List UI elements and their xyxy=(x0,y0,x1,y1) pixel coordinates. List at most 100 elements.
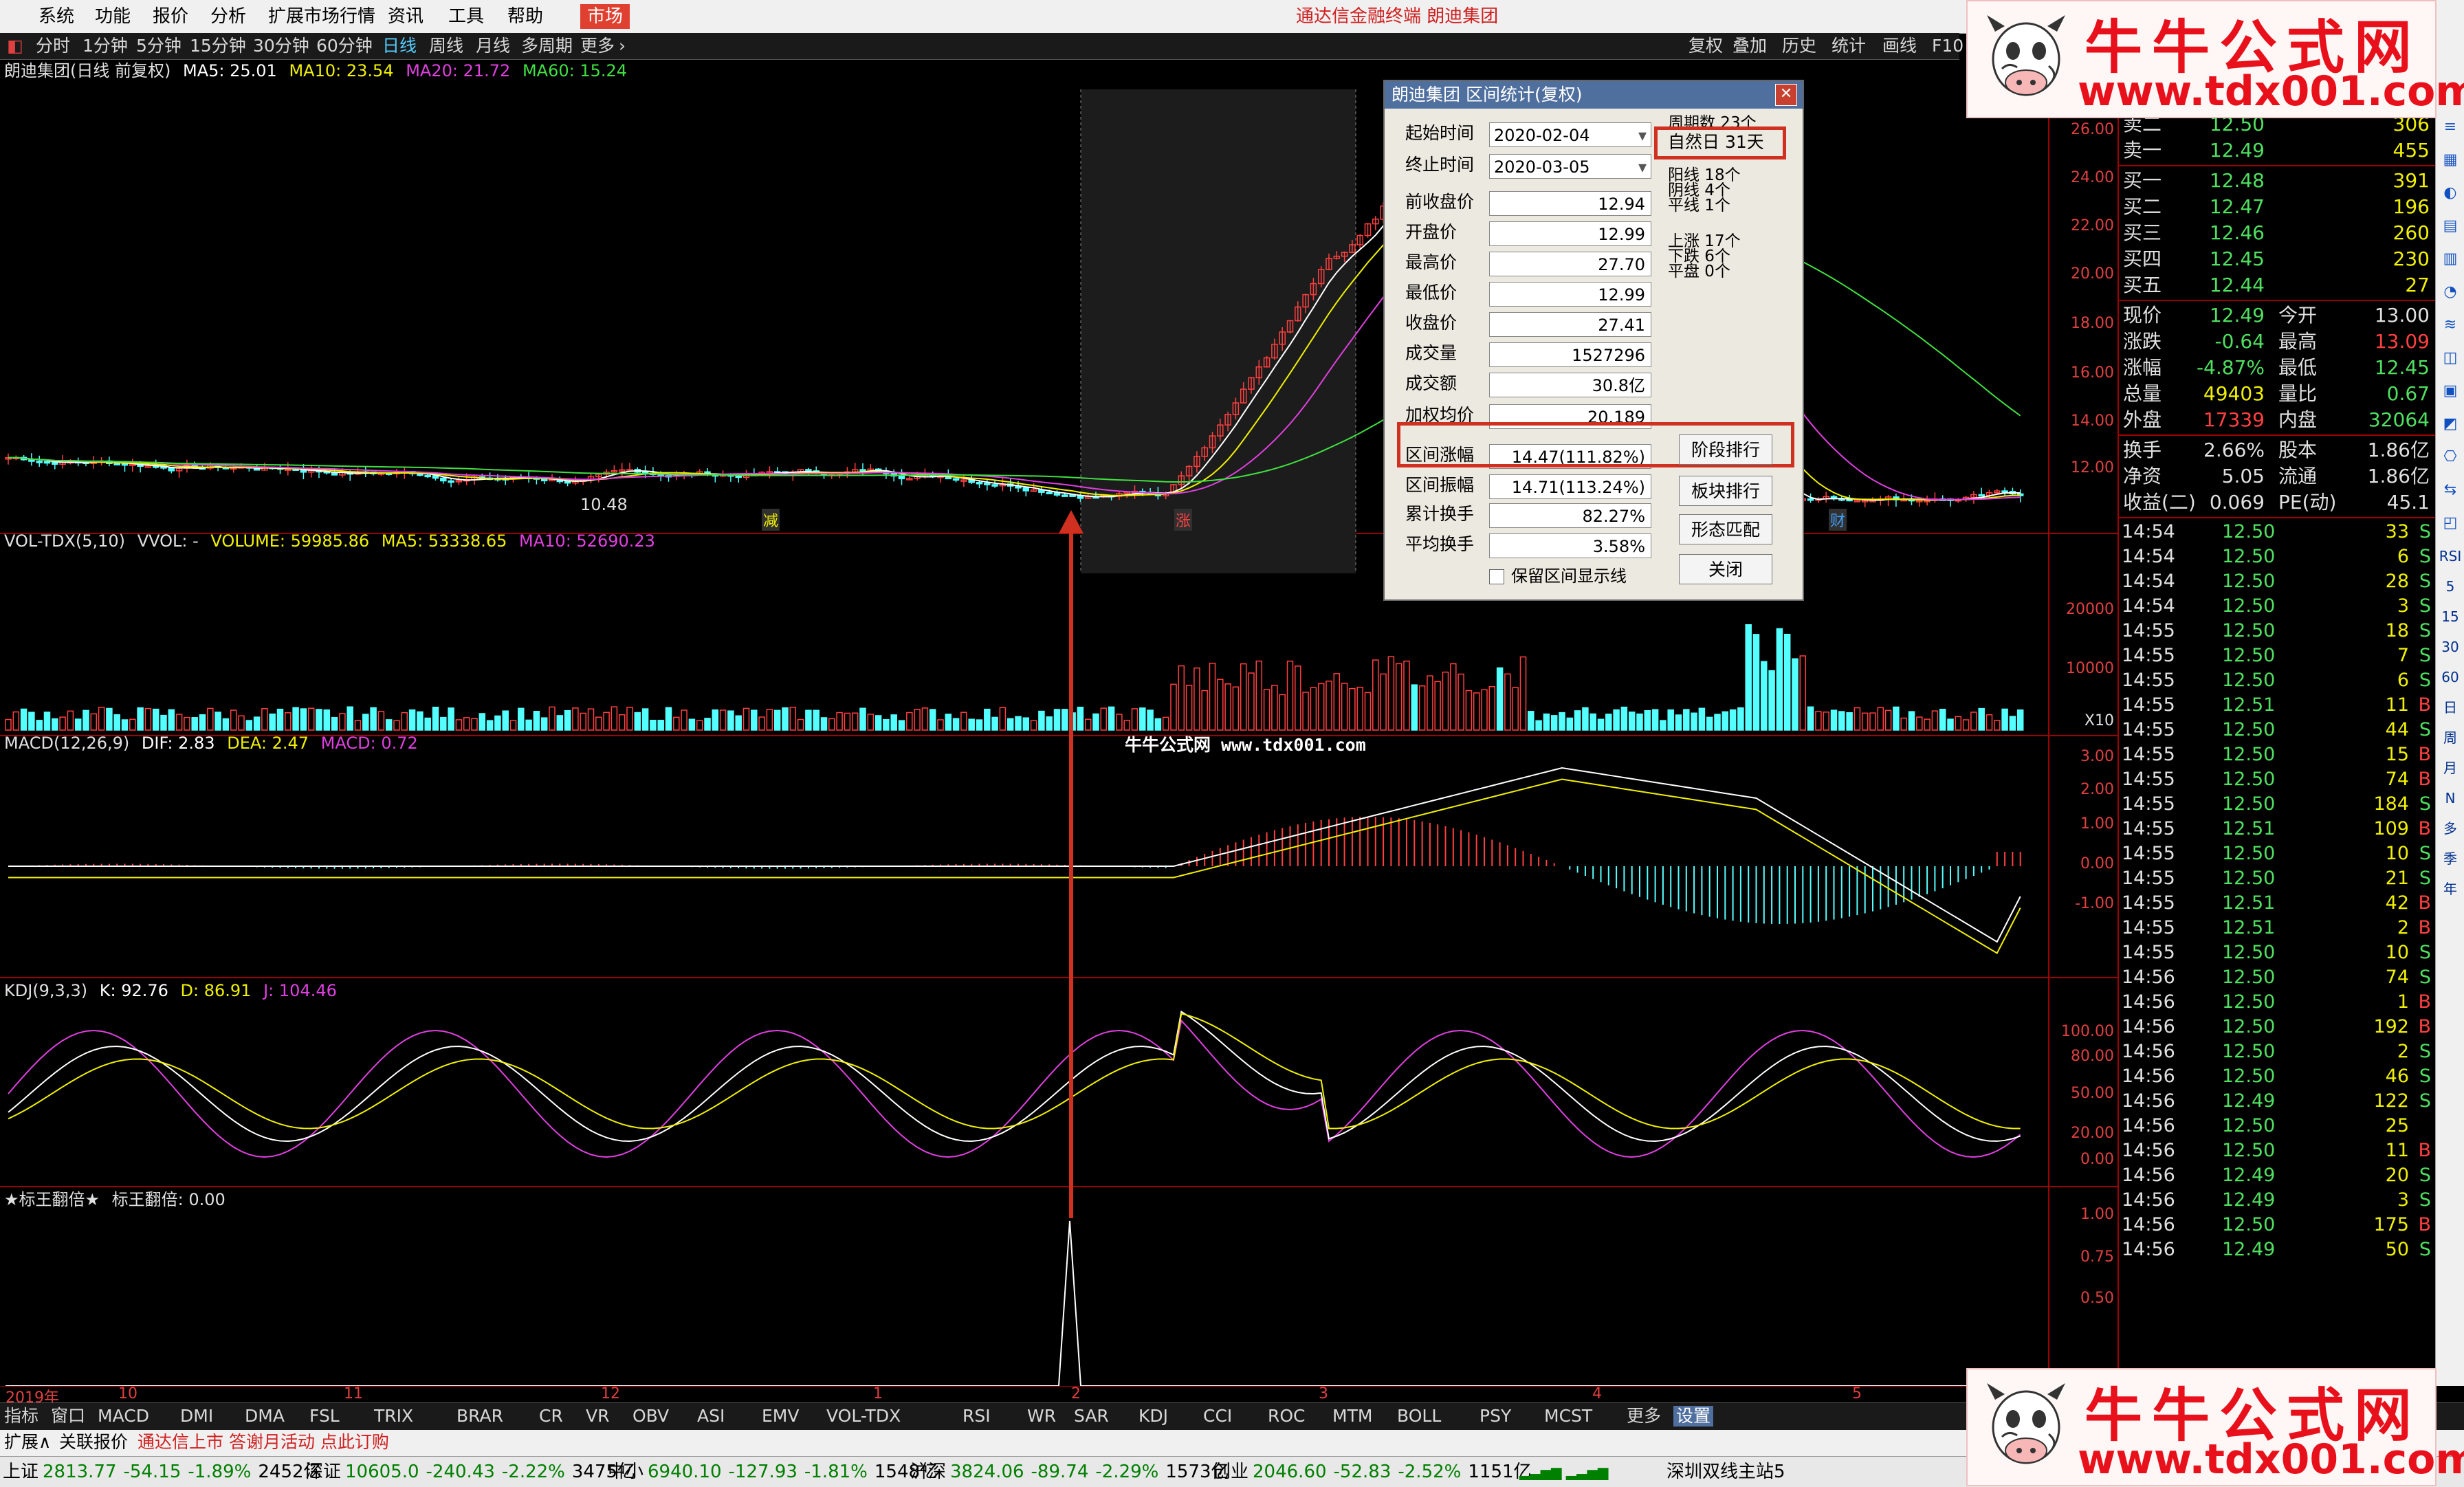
orderbook-row[interactable]: 买五 12.44 27 xyxy=(2119,272,2436,298)
related-quote-button[interactable]: 关联报价 xyxy=(59,1431,128,1453)
overlay-button[interactable]: 叠加 xyxy=(1732,36,1767,56)
side-period-button[interactable]: 15 xyxy=(2439,605,2462,628)
indicator-tab[interactable]: DMI xyxy=(180,1406,213,1427)
indicator-tab[interactable]: VOL-TDX xyxy=(826,1406,901,1427)
indicator-tab[interactable]: FSL xyxy=(309,1406,340,1427)
close-icon[interactable]: ✕ xyxy=(1775,84,1797,106)
side-period-button[interactable]: N xyxy=(2439,786,2462,810)
indicator-tab[interactable]: OBV xyxy=(632,1406,669,1427)
field-value[interactable]: 3.58% xyxy=(1489,533,1651,558)
menu-tools[interactable]: 工具 xyxy=(448,4,484,29)
tool-icon[interactable]: ◫ xyxy=(2439,346,2462,370)
orderbook-row[interactable]: 买四 12.45 230 xyxy=(2119,246,2436,272)
marker-rise[interactable]: 涨 xyxy=(1174,509,1193,531)
side-period-button[interactable]: 年 xyxy=(2439,877,2462,901)
field-value[interactable]: 27.70 xyxy=(1489,252,1651,276)
draw-button[interactable]: 画线 xyxy=(1882,36,1917,56)
side-period-button[interactable]: 多 xyxy=(2439,817,2462,840)
marker-finance[interactable]: 财 xyxy=(1829,509,1847,531)
period-1min[interactable]: 1分钟 xyxy=(82,36,128,56)
side-period-button[interactable]: 月 xyxy=(2439,756,2462,780)
side-period-button[interactable]: RSI xyxy=(2439,544,2462,568)
index-quote[interactable]: 深证 10605.0 -240.43 -2.22% 3475亿 xyxy=(305,1461,635,1483)
orderbook-row[interactable]: 买二 12.47 196 xyxy=(2119,194,2436,220)
menu-help[interactable]: 帮助 xyxy=(507,4,543,29)
indicator-tab[interactable]: 更多 xyxy=(1627,1406,1661,1427)
stage-rank-button[interactable]: 阶段排行 xyxy=(1679,434,1772,465)
indicator-tab[interactable]: 窗口 xyxy=(51,1406,85,1427)
menu-market[interactable]: 市场 xyxy=(580,4,630,29)
index-quote[interactable]: 沪深 3824.06 -89.74 -2.29% 1573亿 xyxy=(910,1461,1229,1483)
period-more[interactable]: 更多 xyxy=(580,36,615,56)
field-value[interactable]: 14.71(113.24%) xyxy=(1489,474,1651,499)
expand-button[interactable]: 扩展∧ xyxy=(4,1431,51,1453)
close-button[interactable]: 关闭 xyxy=(1679,554,1772,584)
field-value[interactable]: 82.27% xyxy=(1489,503,1651,528)
adjust-button[interactable]: 复权 xyxy=(1688,36,1723,56)
period-intraday[interactable]: 分时 xyxy=(36,36,70,56)
orderbook-row[interactable]: 买三 12.46 260 xyxy=(2119,220,2436,246)
period-multi[interactable]: 多周期 xyxy=(521,36,573,56)
tool-icon[interactable]: ▦ xyxy=(2439,148,2462,172)
indicator-tab[interactable]: EMV xyxy=(762,1406,799,1427)
period-5min[interactable]: 5分钟 xyxy=(136,36,182,56)
index-quote[interactable]: 中小 6940.10 -127.93 -1.81% 1548亿 xyxy=(608,1461,938,1483)
back-icon[interactable]: ◧ xyxy=(7,36,23,56)
orderbook-row[interactable]: 卖一 12.49 455 xyxy=(2119,137,2436,164)
tool-icon[interactable]: ≋ xyxy=(2439,313,2462,337)
tool-icon[interactable]: ◩ xyxy=(2439,412,2462,436)
indicator-tab[interactable]: ROC xyxy=(1268,1406,1306,1427)
indicator-tab[interactable]: ASI xyxy=(697,1406,725,1427)
menu-quote[interactable]: 报价 xyxy=(153,4,188,29)
indicator-tab[interactable]: RSI xyxy=(962,1406,991,1427)
period-monthly[interactable]: 月线 xyxy=(476,36,510,56)
field-value[interactable]: 12.99 xyxy=(1489,282,1651,307)
indicator-tab[interactable]: 指标 xyxy=(4,1406,38,1427)
pattern-match-button[interactable]: 形态匹配 xyxy=(1679,514,1772,544)
indicator-tab[interactable]: VR xyxy=(586,1406,609,1427)
indicator-tab[interactable]: CR xyxy=(539,1406,563,1427)
period-30min[interactable]: 30分钟 xyxy=(253,36,309,56)
side-period-button[interactable]: 30 xyxy=(2439,635,2462,659)
side-period-button[interactable]: 季 xyxy=(2439,847,2462,870)
dialog-title-bar[interactable]: 朗迪集团 区间统计(复权) ✕ xyxy=(1385,81,1803,109)
period-15min[interactable]: 15分钟 xyxy=(190,36,246,56)
menu-analysis[interactable]: 分析 xyxy=(210,4,246,29)
server-status[interactable]: 深圳双线主站5 xyxy=(1666,1461,1785,1483)
indicator-tab[interactable]: SAR xyxy=(1074,1406,1109,1427)
sector-rank-button[interactable]: 板块排行 xyxy=(1679,476,1772,506)
indicator-tab[interactable]: WR xyxy=(1027,1406,1056,1427)
side-period-button[interactable]: 5 xyxy=(2439,575,2462,598)
indicator-tab[interactable]: MTM xyxy=(1332,1406,1372,1427)
period-weekly[interactable]: 周线 xyxy=(429,36,463,56)
f10-button[interactable]: F10 xyxy=(1932,36,1964,56)
marker-reduce[interactable]: 减 xyxy=(762,509,780,531)
menu-function[interactable]: 功能 xyxy=(95,4,131,29)
indicator-tab[interactable]: BOLL xyxy=(1397,1406,1441,1427)
tool-icon[interactable]: ▥ xyxy=(2439,247,2462,271)
menu-system[interactable]: 系统 xyxy=(38,4,74,29)
field-value[interactable]: 1527296 xyxy=(1489,342,1651,367)
menu-extended-market[interactable]: 扩展市场行情 xyxy=(268,4,375,29)
indicator-tab[interactable]: TRIX xyxy=(374,1406,413,1427)
tool-icon[interactable]: ⎔ xyxy=(2439,445,2462,469)
side-period-button[interactable]: 日 xyxy=(2439,696,2462,719)
tool-icon[interactable]: ▣ xyxy=(2439,379,2462,403)
field-value[interactable]: 30.8亿 xyxy=(1489,373,1651,397)
orderbook-row[interactable]: 买一 12.48 391 xyxy=(2119,168,2436,194)
indicator-tab[interactable]: CCI xyxy=(1203,1406,1232,1427)
period-daily[interactable]: 日线 xyxy=(382,36,417,56)
field-value[interactable]: 12.99 xyxy=(1489,221,1651,246)
tool-icon[interactable]: ≡ xyxy=(2439,115,2462,139)
side-period-button[interactable]: 周 xyxy=(2439,726,2462,749)
side-period-button[interactable]: 60 xyxy=(2439,665,2462,689)
tool-icon[interactable]: ◔ xyxy=(2439,280,2462,304)
field-value[interactable]: 12.94 xyxy=(1489,191,1651,216)
end-time-picker[interactable]: 2020-03-05 ▾ xyxy=(1489,154,1651,179)
indicator-tab[interactable]: PSY xyxy=(1480,1406,1511,1427)
tool-icon[interactable]: ◐ xyxy=(2439,181,2462,205)
index-quote[interactable]: 创业 2046.60 -52.83 -2.52% 1151亿 xyxy=(1213,1461,1532,1483)
tool-icon[interactable]: ▤ xyxy=(2439,214,2462,238)
menu-news[interactable]: 资讯 xyxy=(388,4,424,29)
index-quote[interactable]: 上证 2813.77 -54.15 -1.89% 2452亿 xyxy=(3,1461,322,1483)
